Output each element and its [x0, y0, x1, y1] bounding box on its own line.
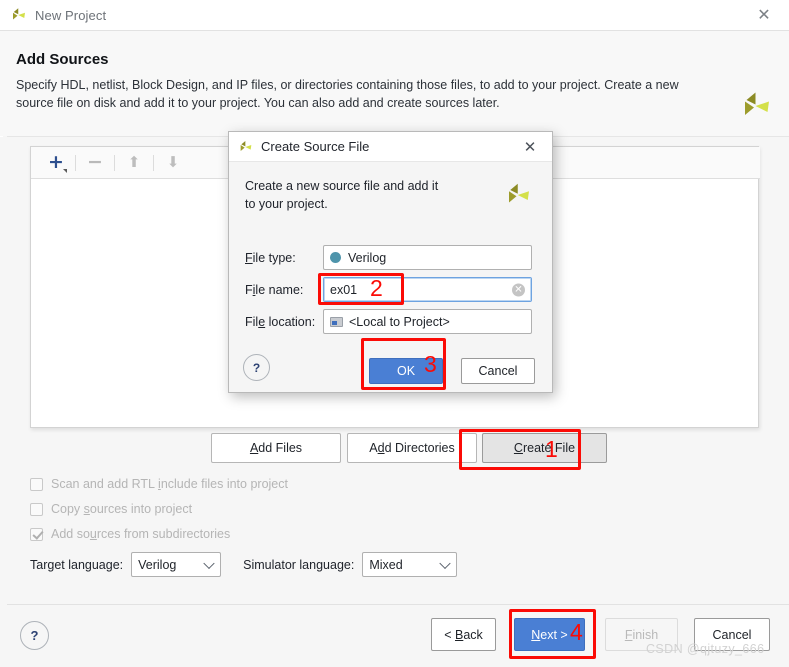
remove-source-button[interactable]: − [80, 148, 110, 178]
label-rest: nclude files into project [160, 477, 288, 491]
source-action-buttons: Add Files Add Directories Create File [0, 433, 789, 469]
annotation-number-1: 1 [545, 436, 558, 462]
watermark: CSDN @qjtuzy_666 [646, 642, 765, 656]
window-title: New Project [35, 7, 107, 23]
back-button[interactable]: < Back [431, 618, 496, 651]
add-directories-label: Add Directories [369, 441, 454, 455]
add-directories-button[interactable]: Add Directories [347, 433, 477, 463]
toolbar-divider [114, 154, 115, 171]
move-up-button[interactable]: ⬆ [119, 148, 149, 178]
label-rest: rces from subdirectories [96, 527, 231, 541]
annotation-number-3: 3 [424, 351, 437, 377]
finish-label: Finish [625, 628, 658, 642]
label-rest: location: [265, 314, 316, 329]
wizard-footer: ? < Back Next > Finish Cancel [0, 604, 789, 667]
mnemonic: d [377, 441, 385, 455]
option-scan-rtl-include[interactable]: Scan and add RTL include files into proj… [30, 477, 288, 491]
label-prefix: Scan and add RTL [51, 477, 159, 491]
label-rest: inish [632, 627, 659, 642]
cancel-label: Cancel [712, 627, 752, 642]
checkbox-icon[interactable] [30, 502, 43, 516]
move-down-button[interactable]: ⬇ [158, 148, 188, 178]
file-location-label: File location: [245, 315, 323, 329]
label-rest: d Directories [384, 441, 455, 455]
mnemonic: F [245, 250, 253, 265]
label-rest: ources into project [89, 502, 193, 516]
arrow-down-icon: ⬇ [166, 153, 180, 171]
page-title: Add Sources [16, 51, 109, 68]
file-type-indicator-icon [330, 252, 341, 263]
label-prefix: F [245, 282, 253, 297]
toolbar-divider [75, 154, 76, 171]
annotation-number-4: 4 [570, 619, 583, 645]
vivado-logo-icon [739, 88, 775, 124]
label-prefix: Fil [245, 314, 259, 329]
toolbar-divider [153, 154, 154, 171]
option-copy-sources[interactable]: Copy sources into project [30, 502, 192, 516]
add-source-button[interactable]: + [41, 148, 71, 178]
file-location-select[interactable]: <Local to Project> [323, 309, 532, 334]
close-icon[interactable]: ✕ [753, 4, 775, 26]
checkbox-icon[interactable] [30, 477, 43, 491]
option-label: Scan and add RTL include files into proj… [51, 477, 288, 491]
add-files-button[interactable]: Add Files [211, 433, 341, 463]
mnemonic: u [89, 527, 97, 541]
vivado-logo-icon [10, 6, 28, 24]
annotation-box-2 [318, 273, 404, 305]
annotation-number-2: 2 [370, 275, 383, 301]
target-language-select[interactable]: Verilog [131, 552, 222, 577]
dialog-help-button[interactable]: ? [243, 354, 270, 381]
new-project-window: New Project ✕ Add Sources Specify HDL, n… [0, 0, 789, 667]
clear-icon[interactable]: ✕ [512, 283, 525, 296]
dialog-titlebar: Create Source File ✕ [229, 132, 552, 162]
close-icon[interactable]: ✕ [520, 137, 540, 157]
dialog-description: Create a new source file and add it to y… [245, 179, 439, 211]
label-prefix: Copy [51, 502, 84, 516]
file-location-value: <Local to Project> [349, 314, 450, 329]
file-type-row: File type: Verilog [245, 245, 532, 270]
chevron-down-icon [439, 557, 451, 569]
label-prefix: A [369, 441, 378, 455]
label-prefix: < [444, 627, 455, 642]
add-files-label: Add Files [250, 441, 302, 455]
page-header: Add Sources Specify HDL, netlist, Block … [0, 31, 789, 136]
page-description: Specify HDL, netlist, Block Design, and … [16, 78, 679, 110]
label-rest: ile type: [252, 250, 296, 265]
help-button[interactable]: ? [20, 621, 49, 650]
window-titlebar: New Project ✕ [0, 0, 789, 30]
target-language-value: Verilog [138, 557, 177, 572]
language-settings-row: Target language: Verilog Simulator langu… [30, 552, 458, 577]
dialog-title: Create Source File [261, 139, 370, 154]
label-rest: le name: [255, 282, 304, 297]
file-type-value: Verilog [348, 250, 387, 265]
simulator-language-value: Mixed [369, 557, 403, 572]
simulator-language-select[interactable]: Mixed [362, 552, 458, 577]
chevron-down-icon [203, 557, 215, 569]
footer-divider [7, 604, 789, 605]
file-name-label: File name: [245, 283, 323, 297]
vivado-logo-icon [504, 180, 534, 210]
label-rest: ack [463, 627, 483, 642]
option-label: Copy sources into project [51, 502, 192, 516]
chevron-down-icon [63, 168, 67, 173]
file-type-select[interactable]: Verilog [323, 245, 532, 270]
option-add-subdirectories[interactable]: Add sources from subdirectories [30, 527, 230, 541]
file-location-row: File location: <Local to Project> [245, 309, 532, 334]
dialog-cancel-button[interactable]: Cancel [461, 358, 535, 384]
plus-icon: + [48, 151, 64, 173]
target-language-label: Target language: [30, 557, 124, 572]
checkbox-icon[interactable] [30, 527, 43, 541]
folder-icon [330, 316, 343, 327]
label-prefix: Add so [51, 527, 90, 541]
simulator-language-label: Simulator language: [243, 557, 355, 572]
annotation-box-1 [459, 429, 581, 470]
label-rest: dd Files [258, 441, 303, 455]
file-type-label: File type: [245, 251, 323, 265]
vivado-logo-icon [238, 139, 254, 155]
back-label: < Back [444, 628, 483, 642]
minus-icon: − [87, 151, 103, 173]
arrow-up-icon: ⬆ [127, 153, 141, 171]
option-label: Add sources from subdirectories [51, 527, 230, 541]
